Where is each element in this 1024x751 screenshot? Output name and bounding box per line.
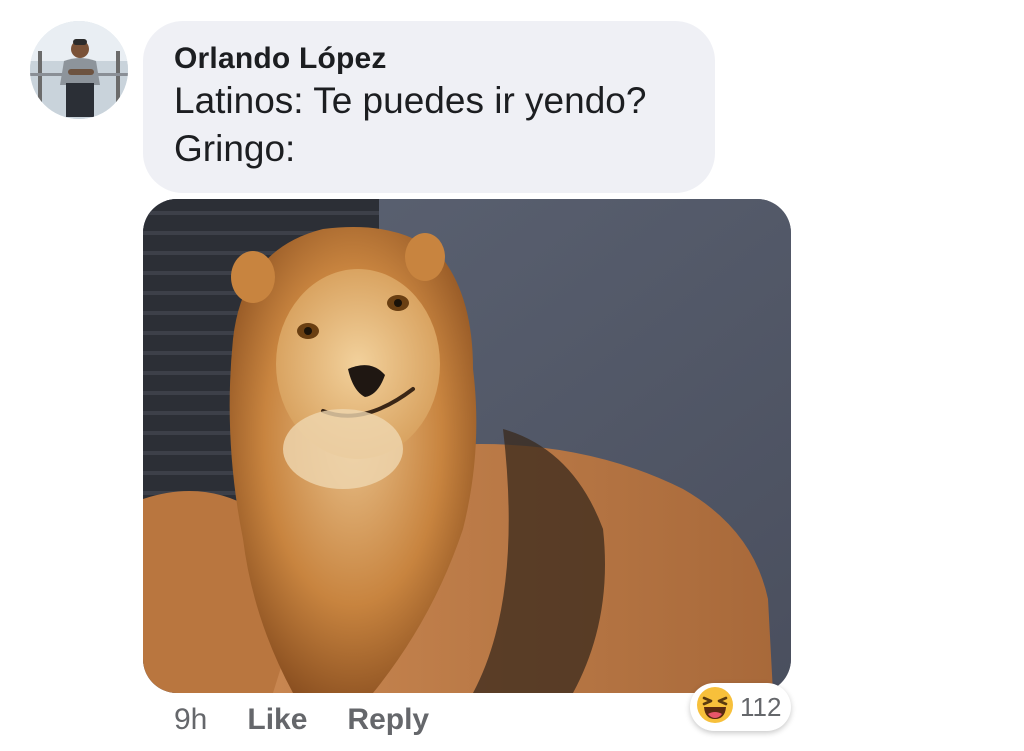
- haha-reaction-icon: [696, 686, 734, 729]
- reactions-summary[interactable]: 112: [690, 683, 792, 731]
- comment-attached-image[interactable]: [143, 199, 791, 693]
- author-avatar[interactable]: [30, 21, 128, 119]
- comment-author-name[interactable]: Orlando López: [174, 41, 685, 77]
- comment-text-line-1: Latinos: Te puedes ir yendo?: [174, 80, 647, 121]
- comment-actions: 9h Like Reply: [174, 700, 429, 740]
- reply-button[interactable]: Reply: [347, 703, 429, 737]
- comment-bubble: Orlando López Latinos: Te puedes ir yend…: [143, 21, 715, 193]
- comment-timestamp[interactable]: 9h: [174, 703, 207, 737]
- like-button[interactable]: Like: [247, 703, 307, 737]
- reaction-count: 112: [740, 691, 782, 722]
- comment-text-line-2: Gringo:: [174, 128, 296, 169]
